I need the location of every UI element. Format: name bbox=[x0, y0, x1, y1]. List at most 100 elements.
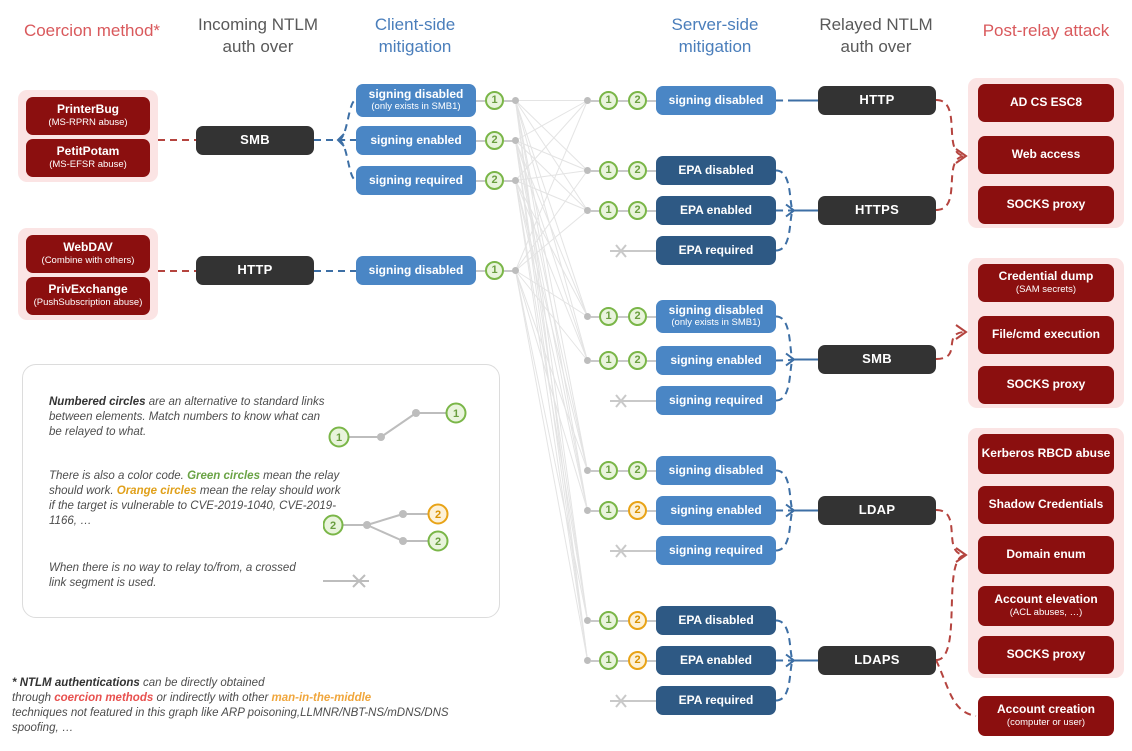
server-http-signing-disabled-label: signing disabled bbox=[668, 92, 764, 107]
server-https-epa-required[interactable]: EPA required bbox=[656, 236, 776, 265]
server-smb-signing-required[interactable]: signing required bbox=[656, 386, 776, 415]
server-smb-signing-enabled[interactable]: signing enabled bbox=[656, 346, 776, 375]
server-ldaps-epa-enabled-circle-1[interactable]: 1 bbox=[599, 651, 618, 670]
group-smb-coercion-item-0[interactable]: PrinterBug (MS-RPRN abuse) bbox=[26, 97, 150, 135]
legend-paragraph-3: When there is no way to relay to/from, a… bbox=[49, 562, 296, 589]
server-https-epa-enabled[interactable]: EPA enabled bbox=[656, 196, 776, 225]
footnote-lead: NTLM authentications bbox=[19, 677, 140, 689]
incoming-http[interactable]: HTTP bbox=[196, 256, 314, 285]
post-relay-ldap-item-4-label: SOCKS proxy bbox=[1006, 647, 1086, 662]
client-smb-signing-enabled-label: signing enabled bbox=[370, 132, 462, 147]
post-relay-ldap-item-3[interactable]: Account elevation (ACL abuses, …) bbox=[978, 586, 1114, 626]
relayed-http[interactable]: HTTP bbox=[818, 86, 936, 115]
client-http-signing-disabled[interactable]: signing disabled bbox=[356, 256, 476, 285]
client-http-signing-disabled-circle-1[interactable]: 1 bbox=[485, 261, 504, 280]
server-ldap-signing-enabled-start-dot bbox=[584, 507, 591, 514]
server-https-epa-enabled-stub-c bbox=[647, 209, 656, 212]
client-http-signing-disabled-stub bbox=[476, 269, 485, 272]
server-ldap-signing-enabled[interactable]: signing enabled bbox=[656, 496, 776, 525]
client-smb-signing-disabled-circle-1[interactable]: 1 bbox=[485, 91, 504, 110]
legend-crossed-link-example bbox=[323, 574, 369, 588]
server-ldap-signing-required[interactable]: signing required bbox=[656, 536, 776, 565]
client-smb-signing-enabled-endpoint-dot bbox=[512, 137, 519, 144]
footnote-c: or indirectly with other bbox=[153, 692, 272, 704]
server-ldap-signing-enabled-circle-2[interactable]: 2 bbox=[628, 501, 647, 520]
server-ldap-signing-enabled-stub-a bbox=[591, 509, 599, 512]
client-smb-signing-required-circle-1[interactable]: 2 bbox=[485, 171, 504, 190]
post-relay-account-creation-item-0[interactable]: Account creation (computer or user) bbox=[978, 696, 1114, 736]
post-relay-ldap-item-4[interactable]: SOCKS proxy bbox=[978, 636, 1114, 674]
server-smb-signing-disabled-circle-1[interactable]: 1 bbox=[599, 307, 618, 326]
server-http-signing-disabled-circle-1[interactable]: 1 bbox=[599, 91, 618, 110]
server-http-signing-disabled[interactable]: signing disabled bbox=[656, 86, 776, 115]
post-relay-web-item-2[interactable]: SOCKS proxy bbox=[978, 186, 1114, 224]
group-smb-coercion-item-1-label: PetitPotam bbox=[56, 144, 120, 159]
server-smb-signing-disabled-circle-2[interactable]: 2 bbox=[628, 307, 647, 326]
server-ldap-signing-disabled-circle-2[interactable]: 2 bbox=[628, 461, 647, 480]
post-relay-ldap-item-2-label: Domain enum bbox=[1006, 547, 1086, 562]
client-smb-signing-required-endpoint-dot bbox=[512, 177, 519, 184]
relayed-http-label: HTTP bbox=[859, 92, 895, 108]
server-ldap-signing-enabled-stub-c bbox=[647, 509, 656, 512]
post-relay-smb-item-2[interactable]: SOCKS proxy bbox=[978, 366, 1114, 404]
server-ldaps-epa-disabled-circle-2[interactable]: 2 bbox=[628, 611, 647, 630]
client-smb-signing-enabled-stub bbox=[476, 139, 485, 142]
group-http-coercion-item-0[interactable]: WebDAV (Combine with others) bbox=[26, 235, 150, 273]
post-relay-web-item-1[interactable]: Web access bbox=[978, 136, 1114, 174]
server-https-epa-disabled-circle-2[interactable]: 2 bbox=[628, 161, 647, 180]
server-ldap-signing-enabled-circle-1[interactable]: 1 bbox=[599, 501, 618, 520]
server-smb-signing-enabled-circle-2[interactable]: 2 bbox=[628, 351, 647, 370]
svg-text:2: 2 bbox=[435, 509, 441, 521]
server-ldap-signing-disabled-circle-1[interactable]: 1 bbox=[599, 461, 618, 480]
incoming-smb-label: SMB bbox=[240, 132, 270, 148]
server-ldaps-epa-required[interactable]: EPA required bbox=[656, 686, 776, 715]
post-relay-ldap-item-2[interactable]: Domain enum bbox=[978, 536, 1114, 574]
server-smb-signing-disabled-stub-a bbox=[591, 315, 599, 318]
server-https-epa-disabled-start-dot bbox=[584, 167, 591, 174]
column-header-server-side: Server-side mitigation bbox=[671, 15, 759, 56]
server-ldap-signing-disabled-stub-a bbox=[591, 469, 599, 472]
server-ldaps-epa-enabled-stub-a bbox=[591, 659, 599, 662]
group-http-coercion-item-1[interactable]: PrivExchange (PushSubscription abuse) bbox=[26, 277, 150, 315]
footnote-mitm-term: man-in-the-middle bbox=[271, 692, 372, 704]
client-smb-signing-disabled-stub bbox=[476, 99, 485, 102]
server-https-epa-disabled-label: EPA disabled bbox=[678, 162, 754, 177]
client-smb-signing-disabled[interactable]: signing disabled (only exists in SMB1) bbox=[356, 84, 476, 117]
server-ldaps-epa-enabled[interactable]: EPA enabled bbox=[656, 646, 776, 675]
client-smb-signing-enabled[interactable]: signing enabled bbox=[356, 126, 476, 155]
server-https-epa-enabled-circle-2[interactable]: 2 bbox=[628, 201, 647, 220]
incoming-smb[interactable]: SMB bbox=[196, 126, 314, 155]
server-smb-signing-enabled-circle-1[interactable]: 1 bbox=[599, 351, 618, 370]
post-relay-smb-item-1[interactable]: File/cmd execution bbox=[978, 316, 1114, 354]
group-smb-coercion-item-1-sublabel: (MS-EFSR abuse) bbox=[49, 158, 127, 170]
server-ldaps-epa-enabled-circle-2[interactable]: 2 bbox=[628, 651, 647, 670]
post-relay-ldap-item-1[interactable]: Shadow Credentials bbox=[978, 486, 1114, 524]
server-smb-signing-disabled-stub-c bbox=[647, 315, 656, 318]
post-relay-smb-item-1-label: File/cmd execution bbox=[991, 327, 1101, 342]
relayed-ldaps[interactable]: LDAPS bbox=[818, 646, 936, 675]
group-http-coercion-item-0-sublabel: (Combine with others) bbox=[41, 254, 135, 266]
server-ldaps-epa-disabled[interactable]: EPA disabled bbox=[656, 606, 776, 635]
server-https-epa-disabled-circle-1[interactable]: 1 bbox=[599, 161, 618, 180]
relayed-smb[interactable]: SMB bbox=[818, 345, 936, 374]
server-ldap-signing-disabled[interactable]: signing disabled bbox=[656, 456, 776, 485]
post-relay-web-item-0-label: AD CS ESC8 bbox=[1009, 95, 1083, 110]
post-relay-smb-item-0[interactable]: Credential dump (SAM secrets) bbox=[978, 264, 1114, 302]
server-smb-signing-disabled[interactable]: signing disabled (only exists in SMB1) bbox=[656, 300, 776, 333]
relayed-ldap[interactable]: LDAP bbox=[818, 496, 936, 525]
server-ldap-signing-disabled-start-dot bbox=[584, 467, 591, 474]
client-smb-signing-required[interactable]: signing required bbox=[356, 166, 476, 195]
footnote-line-1: * NTLM authentications can be directly o… bbox=[12, 676, 482, 691]
group-smb-coercion-item-1[interactable]: PetitPotam (MS-EFSR abuse) bbox=[26, 139, 150, 177]
legend-green-circles-term: Green circles bbox=[187, 470, 260, 482]
server-ldaps-epa-disabled-circle-1[interactable]: 1 bbox=[599, 611, 618, 630]
server-http-signing-disabled-circle-2[interactable]: 2 bbox=[628, 91, 647, 110]
server-https-epa-enabled-circle-1[interactable]: 1 bbox=[599, 201, 618, 220]
server-https-epa-disabled[interactable]: EPA disabled bbox=[656, 156, 776, 185]
svg-text:1: 1 bbox=[336, 432, 342, 444]
post-relay-web-item-0[interactable]: AD CS ESC8 bbox=[978, 84, 1114, 122]
group-smb-coercion-item-0-sublabel: (MS-RPRN abuse) bbox=[48, 116, 128, 128]
client-smb-signing-enabled-circle-1[interactable]: 2 bbox=[485, 131, 504, 150]
post-relay-ldap-item-0[interactable]: Kerberos RBCD abuse bbox=[978, 434, 1114, 474]
relayed-https[interactable]: HTTPS bbox=[818, 196, 936, 225]
